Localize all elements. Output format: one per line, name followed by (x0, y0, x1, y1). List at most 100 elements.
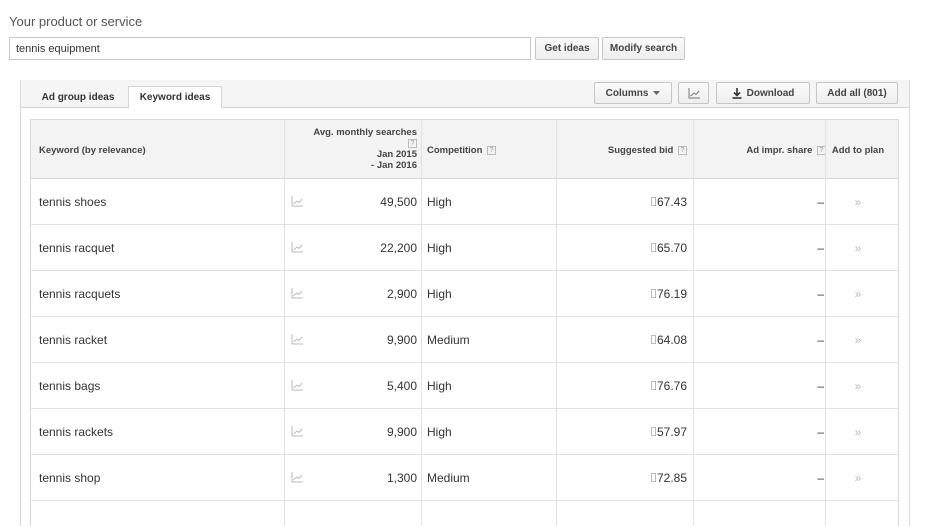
keyword-cell: tennis shoes (39, 194, 107, 209)
suggested-bid-cell: 76.19 (591, 271, 687, 316)
avg-searches-cell: 5,400 (386, 378, 417, 393)
avg-searches-cell: 1,300 (386, 470, 417, 485)
currency-symbol-icon (650, 427, 656, 436)
ad-share-cell: – (817, 194, 824, 209)
currency-symbol-icon (650, 473, 656, 482)
download-button[interactable]: Download (716, 82, 810, 104)
header-suggested-bid[interactable]: Suggested bid ? (561, 145, 687, 156)
ad-share-cell: – (817, 240, 824, 255)
keyword-cell: tennis racquet (39, 240, 115, 255)
suggested-bid-cell: 64.08 (591, 317, 687, 362)
competition-cell: High (427, 194, 452, 209)
suggested-bid-cell: 67.43 (591, 179, 687, 224)
suggested-bid-value: 57.97 (656, 424, 687, 439)
header-avg-date-end: - Jan 2016 (371, 160, 417, 171)
table-row: tennis rackets 9,900 High 57.97 –» (31, 409, 898, 455)
line-chart-icon (688, 87, 700, 98)
add-to-plan-button[interactable]: » (827, 317, 889, 362)
chart-toggle-button[interactable] (678, 82, 709, 104)
currency-symbol-icon (650, 289, 656, 298)
keyword-cell: tennis racket (39, 332, 108, 347)
suggested-bid-value: 76.76 (656, 378, 687, 393)
currency-symbol-icon (650, 335, 656, 344)
currency-symbol-icon (650, 197, 656, 206)
suggested-bid-value: 76.19 (656, 286, 687, 301)
add-to-plan-button[interactable]: » (827, 363, 889, 408)
header-ad-impr-share[interactable]: Ad impr. share ? (696, 145, 826, 156)
question-mark-icon[interactable]: ? (408, 138, 417, 148)
header-avg-monthly-searches[interactable]: Avg. monthly searches ? Jan 2015 - Jan 2… (286, 127, 417, 171)
suggested-bid-value: 65.70 (656, 240, 687, 255)
add-to-plan-button[interactable]: » (827, 409, 889, 454)
tab-ad-group-ideas[interactable]: Ad group ideas (30, 86, 126, 109)
header-avg-label: Avg. monthly searches (313, 127, 417, 138)
ad-share-cell: – (817, 470, 824, 485)
avg-searches-cell: 2,900 (386, 286, 417, 301)
table-row: tennis shop 1,300 Medium 72.85 –» (31, 455, 898, 501)
suggested-bid-cell: 76.76 (591, 363, 687, 408)
add-all-button[interactable]: Add all (801) (816, 82, 898, 104)
suggested-bid-value: 67.43 (656, 194, 687, 209)
currency-symbol-icon (650, 381, 656, 390)
competition-cell: Medium (427, 470, 470, 485)
avg-searches-cell: 22,200 (380, 240, 417, 255)
get-ideas-button[interactable]: Get ideas (535, 37, 599, 60)
avg-searches-cell: 9,900 (386, 424, 417, 439)
add-to-plan-button[interactable]: » (827, 225, 889, 270)
download-label: Download (746, 87, 795, 99)
line-chart-icon[interactable] (290, 317, 304, 362)
keyword-cell: tennis bags (39, 378, 101, 393)
line-chart-icon[interactable] (290, 409, 304, 454)
table-row: tennis racquet 22,200 High 65.70 –» (31, 225, 898, 271)
caret-down-icon (653, 90, 661, 95)
competition-cell: High (427, 286, 452, 301)
header-share-label: Ad impr. share (746, 145, 813, 156)
tab-keyword-ideas[interactable]: Keyword ideas (128, 86, 222, 109)
line-chart-icon[interactable] (290, 179, 304, 224)
table-header: Keyword (by relevance) Avg. monthly sear… (31, 120, 898, 179)
competition-cell: High (427, 424, 452, 439)
columns-button[interactable]: Columns (594, 82, 672, 104)
line-chart-icon[interactable] (290, 271, 304, 316)
header-avg-date-start: Jan 2015 (376, 149, 417, 160)
table-row: tennis racket 9,900 Medium 64.08 –» (31, 317, 898, 363)
currency-symbol-icon (650, 243, 656, 252)
header-competition[interactable]: Competition ? (427, 145, 497, 156)
add-to-plan-button[interactable]: » (827, 271, 889, 316)
ad-share-cell: – (817, 332, 824, 347)
modify-search-button[interactable]: Modify search (602, 37, 685, 60)
ad-share-cell: – (817, 378, 824, 393)
add-to-plan-button[interactable]: » (827, 455, 889, 500)
table-row: tennis bags 5,400 High 76.76 –» (31, 363, 898, 409)
keyword-cell: tennis shop (39, 470, 101, 485)
header-bid-label: Suggested bid (607, 145, 674, 156)
competition-cell: High (427, 240, 452, 255)
avg-searches-cell: 9,900 (386, 332, 417, 347)
line-chart-icon[interactable] (290, 363, 304, 408)
product-search-input[interactable] (9, 37, 531, 60)
avg-searches-cell: 49,500 (380, 194, 417, 209)
header-add-to-plan: Add to plan (831, 145, 885, 156)
suggested-bid-value: 72.85 (656, 470, 687, 485)
line-chart-icon[interactable] (290, 455, 304, 500)
ad-share-cell: – (817, 424, 824, 439)
download-icon (732, 87, 742, 99)
question-mark-icon[interactable]: ? (487, 145, 497, 155)
ad-share-cell: – (817, 286, 824, 301)
keyword-table: Keyword (by relevance) Avg. monthly sear… (30, 119, 899, 526)
header-keyword[interactable]: Keyword (by relevance) (39, 145, 146, 156)
keyword-cell: tennis rackets (39, 424, 114, 439)
table-row: tennis racquets 2,900 High 76.19 –» (31, 271, 898, 317)
suggested-bid-cell: 72.85 (591, 455, 687, 500)
product-label: Your product or service (9, 14, 143, 29)
columns-label: Columns (605, 87, 649, 99)
competition-cell: High (427, 378, 452, 393)
question-mark-icon[interactable]: ? (678, 145, 687, 155)
line-chart-icon[interactable] (290, 225, 304, 270)
competition-cell: Medium (427, 332, 470, 347)
suggested-bid-cell: 65.70 (591, 225, 687, 270)
table-row: tennis shoes 49,500 High 67.43 –» (31, 179, 898, 225)
add-to-plan-button[interactable]: » (827, 179, 889, 224)
keyword-cell: tennis racquets (39, 286, 121, 301)
suggested-bid-cell: 57.97 (591, 409, 687, 454)
